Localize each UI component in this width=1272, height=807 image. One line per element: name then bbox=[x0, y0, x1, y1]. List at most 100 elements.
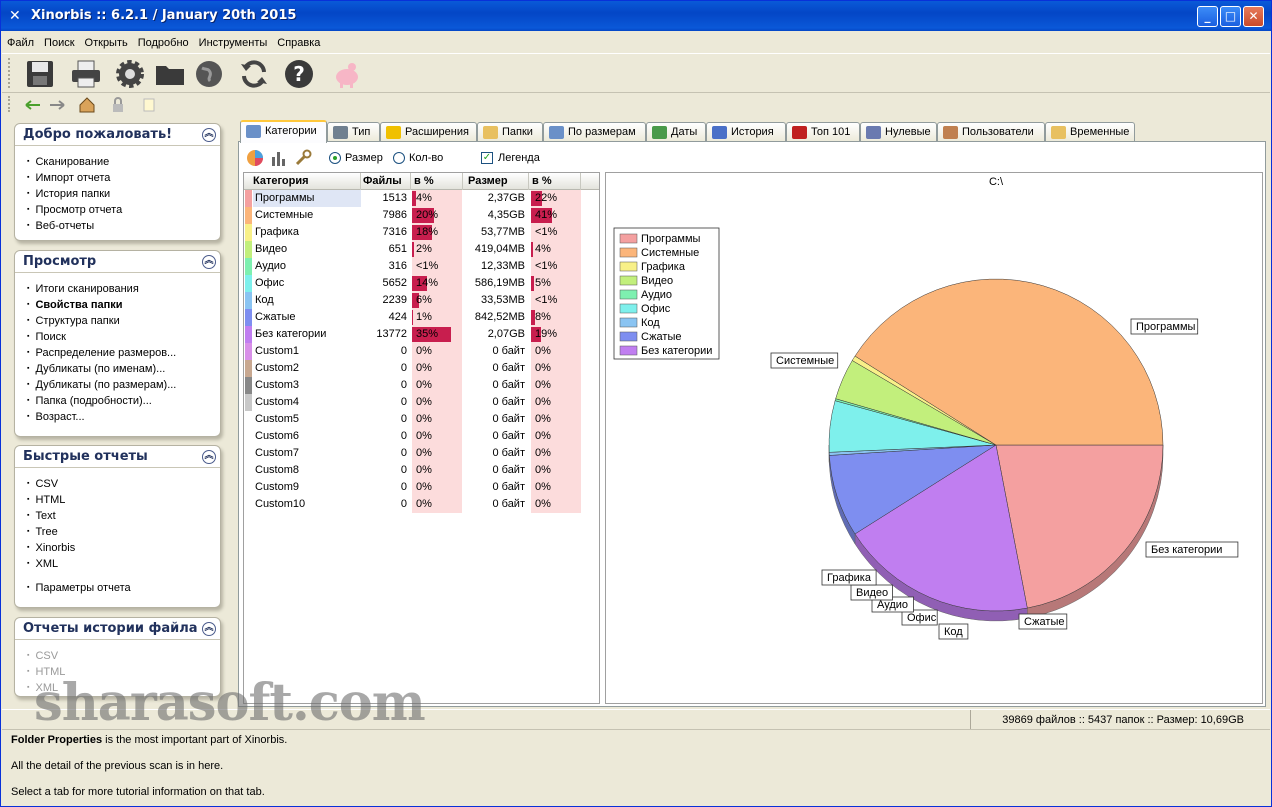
sidebar-link[interactable]: История папки bbox=[27, 186, 220, 202]
table-row[interactable]: Код 2239 6% 33,53MB <1% bbox=[244, 292, 599, 309]
close-button[interactable]: ✕ bbox=[1243, 6, 1264, 27]
save-icon[interactable] bbox=[24, 58, 56, 90]
menu-help[interactable]: Справка bbox=[272, 34, 325, 49]
sidebar-link[interactable]: Просмотр отчета bbox=[27, 202, 220, 218]
menu-details[interactable]: Подробно bbox=[133, 34, 194, 49]
table-row[interactable]: Custom1 0 0% 0 байт 0% bbox=[244, 343, 599, 360]
forward-arrow-icon[interactable] bbox=[48, 96, 66, 114]
sidebar-link[interactable]: Импорт отчета bbox=[27, 170, 220, 186]
sidebar-panel-header[interactable]: Быстрые отчеты ︽ bbox=[15, 446, 220, 468]
collapse-chevron-icon[interactable]: ︽ bbox=[202, 622, 216, 636]
sidebar-link[interactable]: Свойства папки bbox=[27, 297, 220, 313]
size-radio[interactable] bbox=[329, 152, 341, 164]
sidebar-panel-header[interactable]: Отчеты истории файла ︽ bbox=[15, 618, 220, 640]
sidebar-link[interactable]: Веб-отчеты bbox=[27, 218, 220, 234]
slice-label: Сжатые bbox=[1024, 616, 1064, 628]
legend-swatch bbox=[619, 261, 638, 272]
home-icon[interactable] bbox=[78, 96, 96, 114]
table-row[interactable]: Программы 1513 4% 2,37GB 22% bbox=[244, 190, 599, 207]
collapse-chevron-icon[interactable]: ︽ bbox=[202, 450, 216, 464]
tab-extensions[interactable]: Расширения bbox=[380, 122, 477, 142]
pie-chart-icon[interactable] bbox=[245, 148, 265, 168]
header-size-percent[interactable]: в % bbox=[529, 173, 581, 190]
tab-dates[interactable]: Даты bbox=[646, 122, 706, 142]
title-bar[interactable]: ✕ Xinorbis :: 6.2.1 / January 20th 2015 … bbox=[1, 1, 1271, 31]
wrench-icon[interactable] bbox=[294, 149, 312, 167]
sidebar-link[interactable]: Поиск bbox=[27, 329, 220, 345]
table-row[interactable]: Custom2 0 0% 0 байт 0% bbox=[244, 360, 599, 377]
table-row[interactable]: Сжатые 424 1% 842,52MB 8% bbox=[244, 309, 599, 326]
menu-search[interactable]: Поиск bbox=[39, 34, 79, 49]
menu-tools[interactable]: Инструменты bbox=[194, 34, 273, 49]
tab-top101[interactable]: Топ 101 bbox=[786, 122, 860, 142]
header-size[interactable]: Размер bbox=[463, 173, 529, 190]
minimize-button[interactable]: _ bbox=[1197, 6, 1218, 27]
tab-categories[interactable]: Категории bbox=[240, 120, 327, 143]
sidebar-link[interactable]: Дубликаты (по именам)... bbox=[27, 361, 220, 377]
sidebar-link[interactable]: Text bbox=[27, 508, 220, 524]
collapse-chevron-icon[interactable]: ︽ bbox=[202, 255, 216, 269]
sidebar-link[interactable]: Распределение размеров... bbox=[27, 345, 220, 361]
table-row[interactable]: Видео 651 2% 419,04MB 4% bbox=[244, 241, 599, 258]
collapse-chevron-icon[interactable]: ︽ bbox=[202, 128, 216, 142]
sidebar-link[interactable]: Возраст... bbox=[27, 409, 220, 425]
table-row[interactable]: Custom6 0 0% 0 байт 0% bbox=[244, 428, 599, 445]
legend-checkbox[interactable]: ✓ bbox=[481, 152, 493, 164]
sidebar-panel-header[interactable]: Просмотр ︽ bbox=[15, 251, 220, 273]
sidebar-link[interactable]: Итоги сканирования bbox=[27, 281, 220, 297]
back-arrow-icon[interactable] bbox=[24, 96, 42, 114]
table-row[interactable]: Custom9 0 0% 0 байт 0% bbox=[244, 479, 599, 496]
table-row[interactable]: Custom5 0 0% 0 байт 0% bbox=[244, 411, 599, 428]
sidebar-link[interactable]: Tree bbox=[27, 524, 220, 540]
tab-folders[interactable]: Папки bbox=[477, 122, 543, 142]
tab-null-files[interactable]: Нулевые bbox=[860, 122, 937, 142]
note-icon[interactable] bbox=[140, 96, 158, 114]
help-icon[interactable]: ? bbox=[283, 58, 315, 90]
sidebar-panel-header[interactable]: Добро пожаловать! ︽ bbox=[15, 124, 220, 146]
sidebar-link[interactable]: HTML bbox=[27, 492, 220, 508]
table-row[interactable]: Custom8 0 0% 0 байт 0% bbox=[244, 462, 599, 479]
toolbar-grip[interactable] bbox=[8, 58, 11, 88]
menu-file[interactable]: Файл bbox=[2, 34, 39, 49]
sidebar-link[interactable]: Xinorbis bbox=[27, 540, 220, 556]
table-row[interactable]: Custom4 0 0% 0 байт 0% bbox=[244, 394, 599, 411]
header-files-percent[interactable]: в % bbox=[411, 173, 463, 190]
table-row[interactable]: Системные 7986 20% 4,35GB 41% bbox=[244, 207, 599, 224]
print-icon[interactable] bbox=[70, 58, 102, 90]
header-files[interactable]: Файлы bbox=[361, 173, 411, 190]
table-row[interactable]: Custom3 0 0% 0 байт 0% bbox=[244, 377, 599, 394]
folder-icon[interactable] bbox=[154, 58, 186, 90]
table-row[interactable]: Custom7 0 0% 0 байт 0% bbox=[244, 445, 599, 462]
category-color-swatch bbox=[245, 428, 252, 445]
menu-open[interactable]: Открыть bbox=[80, 34, 133, 49]
tab-sizes[interactable]: По размерам bbox=[543, 122, 646, 142]
tab-users[interactable]: Пользователи bbox=[937, 122, 1045, 142]
table-row[interactable]: Без категории 13772 35% 2,07GB 19% bbox=[244, 326, 599, 343]
tab-type[interactable]: Тип bbox=[327, 122, 380, 142]
sidebar-link[interactable]: XML bbox=[27, 556, 220, 572]
table-row[interactable]: Аудио 316 <1% 12,33MB <1% bbox=[244, 258, 599, 275]
sidebar-link[interactable]: Дубликаты (по размерам)... bbox=[27, 377, 220, 393]
category-name: Custom7 bbox=[255, 447, 300, 459]
sidebar-link[interactable]: Параметры отчета bbox=[27, 580, 220, 596]
toolbar-grip-2[interactable] bbox=[8, 96, 11, 112]
sidebar-link[interactable]: CSV bbox=[27, 476, 220, 492]
bar-chart-icon[interactable] bbox=[270, 149, 288, 167]
sidebar-link[interactable]: Структура папки bbox=[27, 313, 220, 329]
tab-temp[interactable]: Временные bbox=[1045, 122, 1135, 142]
piggy-bank-icon[interactable] bbox=[330, 58, 362, 90]
maximize-button[interactable]: □ bbox=[1220, 6, 1241, 27]
file-count: 7986 bbox=[382, 209, 407, 221]
table-row[interactable]: Графика 7316 18% 53,77MB <1% bbox=[244, 224, 599, 241]
table-row[interactable]: Офис 5652 14% 586,19MB 5% bbox=[244, 275, 599, 292]
globe-icon[interactable] bbox=[193, 58, 225, 90]
gear-icon[interactable] bbox=[114, 58, 146, 90]
tab-history[interactable]: История bbox=[706, 122, 786, 142]
header-category[interactable]: Категория bbox=[244, 173, 361, 190]
count-radio[interactable] bbox=[393, 152, 405, 164]
table-row[interactable]: Custom10 0 0% 0 байт 0% bbox=[244, 496, 599, 513]
refresh-icon[interactable] bbox=[238, 58, 270, 90]
sidebar-link[interactable]: Сканирование bbox=[27, 154, 220, 170]
sidebar-link[interactable]: Папка (подробности)... bbox=[27, 393, 220, 409]
lock-icon[interactable] bbox=[109, 96, 127, 114]
